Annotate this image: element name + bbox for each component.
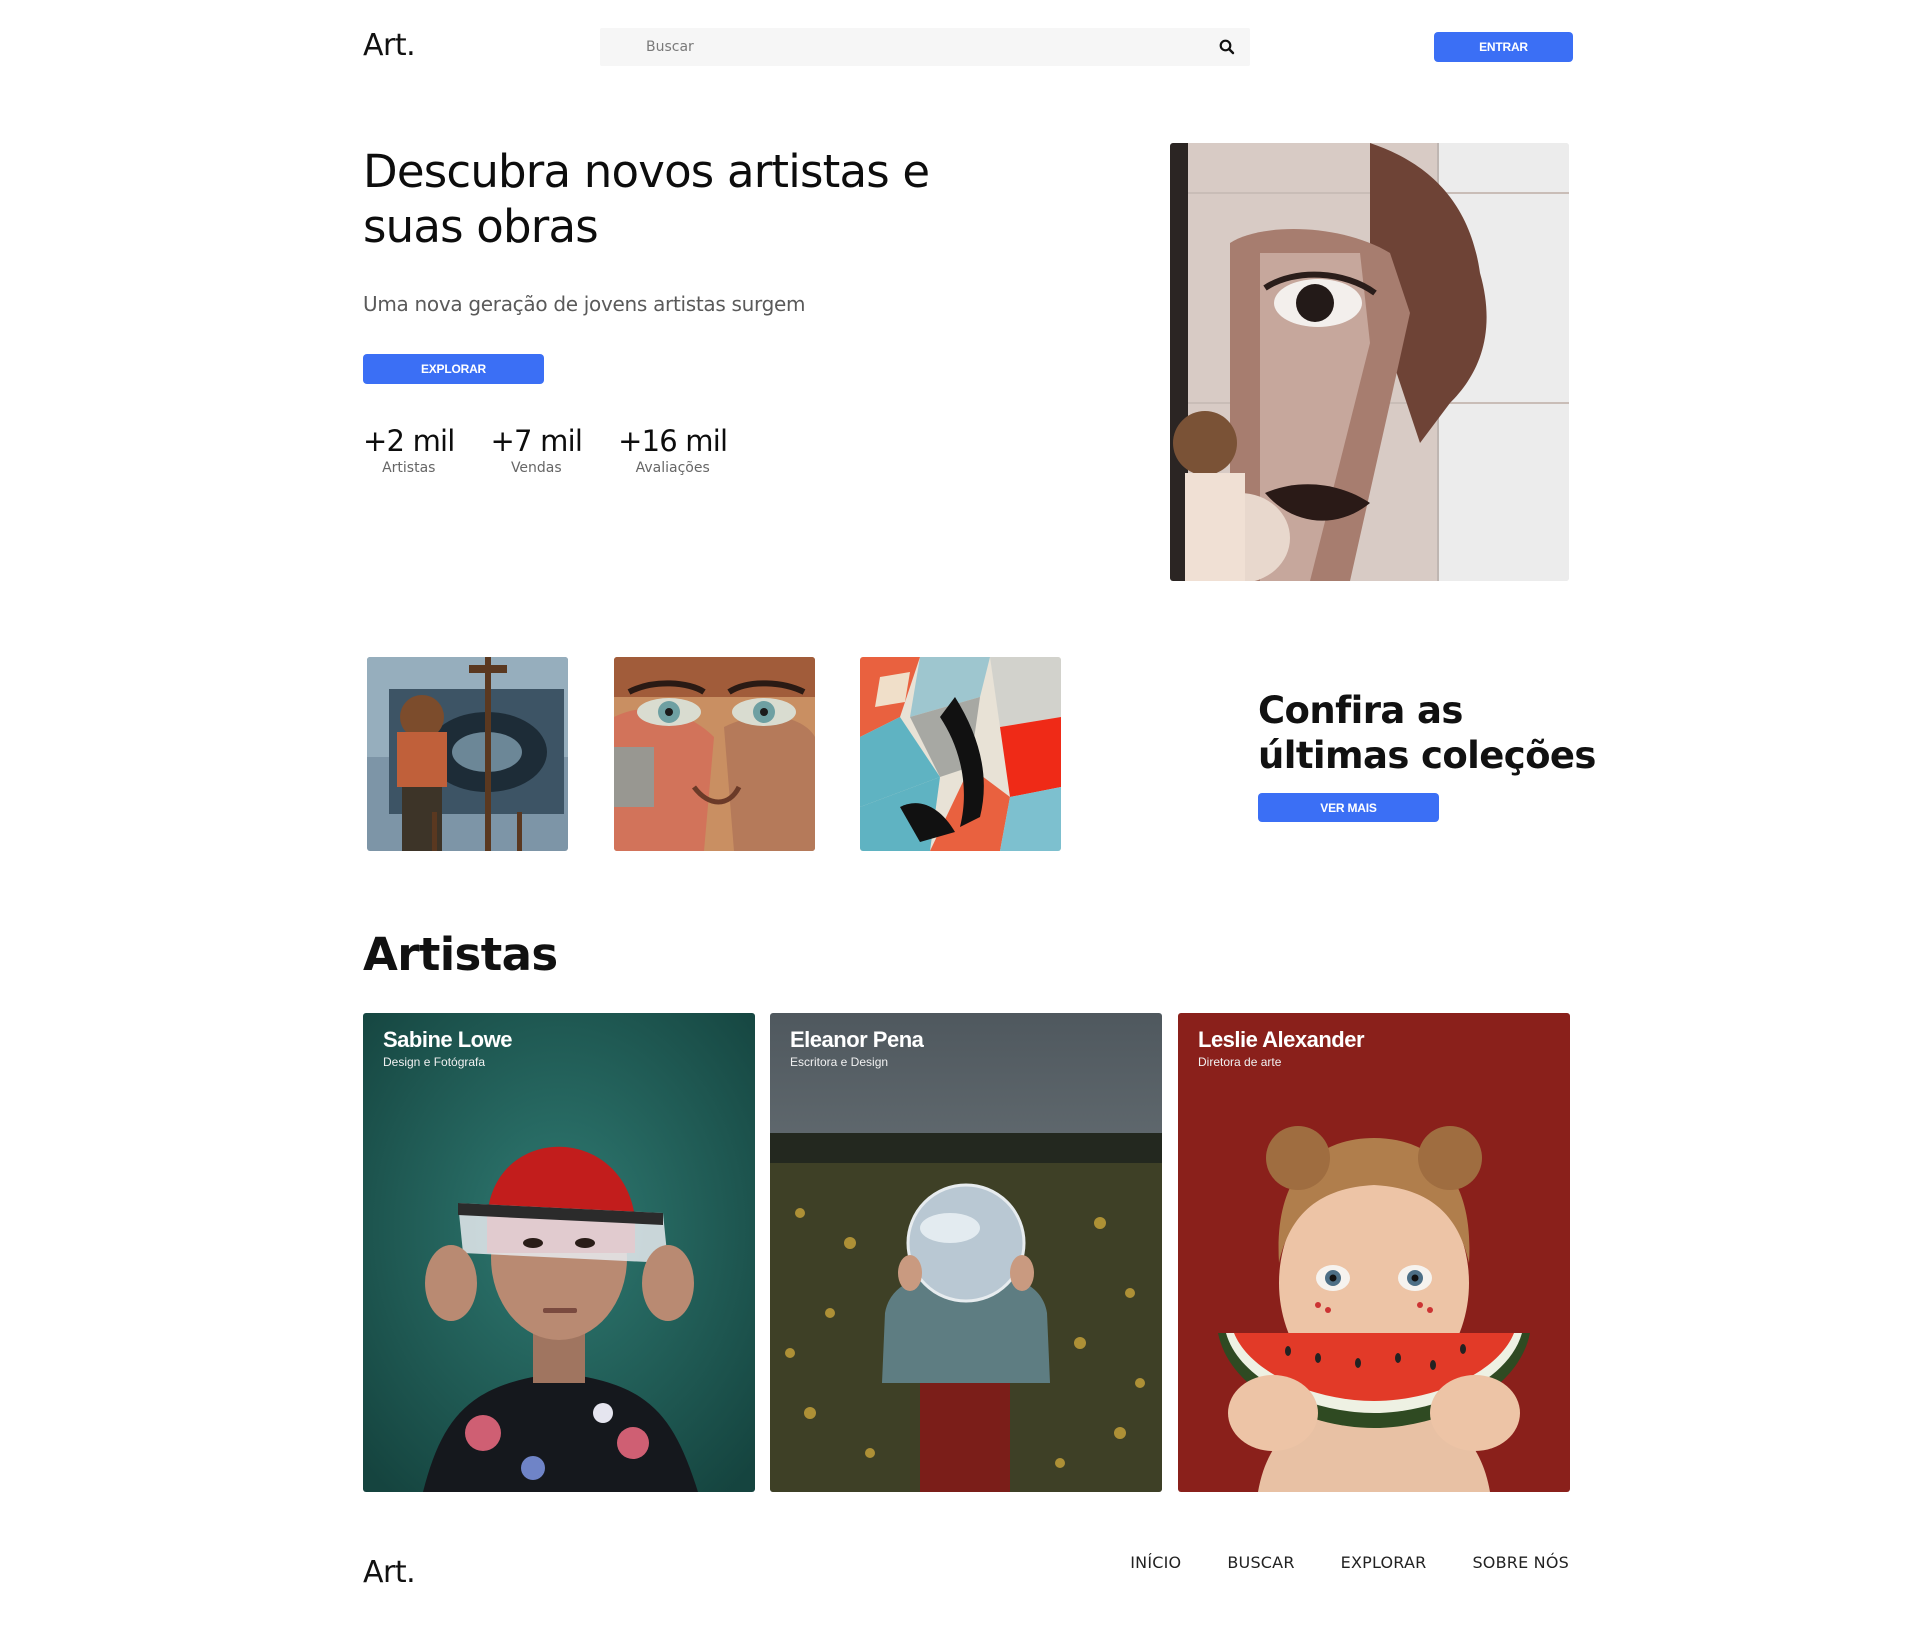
- artist-role: Escritora e Design: [790, 1055, 889, 1069]
- login-button[interactable]: ENTRAR: [1434, 32, 1573, 62]
- page: Art. ENTRAR Descubra novos artistas e su…: [0, 0, 1920, 1640]
- explore-button[interactable]: EXPLORAR: [363, 354, 544, 384]
- artist-role: Design e Fotógrafa: [383, 1055, 486, 1069]
- footer-link-about[interactable]: SOBRE NÓS: [1472, 1553, 1569, 1572]
- hero-title: Descubra novos artistas e suas obras: [363, 145, 930, 253]
- footer-link-home[interactable]: INÍCIO: [1130, 1553, 1181, 1572]
- search-icon[interactable]: [1218, 38, 1236, 56]
- search-bar[interactable]: [600, 28, 1250, 66]
- footer-link-explore[interactable]: EXPLORAR: [1341, 1553, 1427, 1572]
- collections-title: Confira as últimas coleções: [1258, 689, 1596, 777]
- stats-row: +2 mil Artistas +7 mil Vendas +16 mil Av…: [363, 424, 728, 476]
- see-more-button[interactable]: VER MAIS: [1258, 793, 1439, 822]
- footer-nav: INÍCIO BUSCAR EXPLORAR SOBRE NÓS: [1130, 1553, 1569, 1572]
- artist-role: Diretora de arte: [1198, 1055, 1282, 1069]
- artist-name: Leslie Alexander: [1198, 1027, 1365, 1052]
- footer-link-search[interactable]: BUSCAR: [1227, 1553, 1294, 1572]
- hero-mural-image: [1170, 143, 1569, 581]
- logo[interactable]: Art.: [363, 28, 416, 63]
- stat-value: +16 mil: [618, 424, 728, 458]
- footer-logo[interactable]: Art.: [363, 1555, 416, 1590]
- artist-card[interactable]: Eleanor Pena Escritora e Design: [770, 1013, 1162, 1492]
- artist-card[interactable]: Leslie Alexander Diretora de arte: [1178, 1013, 1570, 1492]
- search-input[interactable]: [600, 28, 1160, 66]
- artists-heading: Artistas: [363, 928, 558, 981]
- stat-label: Vendas: [510, 460, 562, 476]
- stat-label: Artistas: [382, 460, 436, 476]
- artist-card[interactable]: Sabine Lowe Design e Fotógrafa: [363, 1013, 755, 1492]
- stat-value: +7 mil: [490, 424, 583, 458]
- artist-photo: [770, 1013, 1162, 1492]
- stat-value: +2 mil: [363, 424, 455, 458]
- collection-thumbnail[interactable]: [614, 657, 815, 851]
- hero-subtitle: Uma nova geração de jovens artistas surg…: [363, 292, 806, 316]
- stat-label: Avaliações: [635, 460, 710, 476]
- collection-thumbnail[interactable]: [367, 657, 568, 851]
- artist-name: Sabine Lowe: [383, 1027, 512, 1052]
- artist-name: Eleanor Pena: [790, 1027, 924, 1052]
- artist-photo: [363, 1013, 755, 1492]
- collection-thumbnail[interactable]: [860, 657, 1061, 851]
- stat-artists: +2 mil Artistas: [363, 424, 455, 476]
- stat-sales: +7 mil Vendas: [491, 424, 583, 476]
- artist-photo: [1178, 1013, 1570, 1492]
- stat-reviews: +16 mil Avaliações: [618, 424, 728, 476]
